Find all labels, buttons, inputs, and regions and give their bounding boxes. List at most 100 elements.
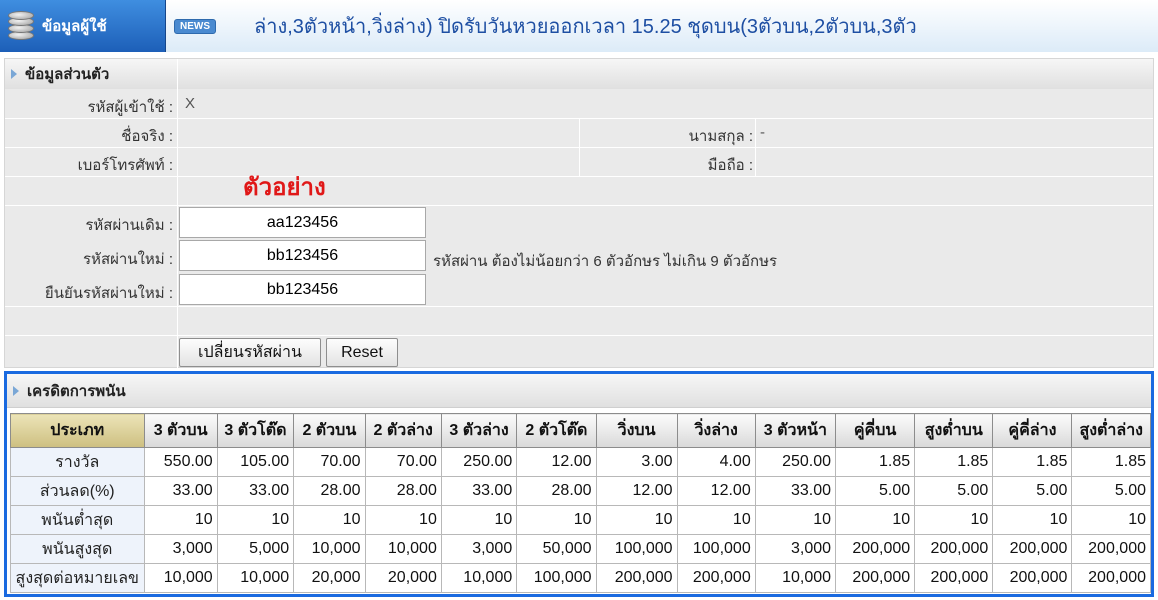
table-cell: 10 [754, 505, 837, 535]
old-password-label: รหัสผ่านเดิม : [85, 217, 173, 234]
table-cell: 200,000 [914, 534, 994, 564]
table-cell: 200,000 [992, 563, 1073, 593]
sample-annotation: ตัวอย่าง [243, 174, 326, 201]
table-cell: 33.00 [216, 476, 295, 506]
table-cell: 12.00 [595, 476, 678, 506]
column-header: 3 ตัวบน [143, 413, 218, 448]
table-cell: 10,000 [364, 534, 442, 564]
table-cell: 20,000 [364, 563, 442, 593]
new-password-label: รหัสผ่านใหม่ : [83, 251, 173, 268]
table-cell: 200,000 [595, 563, 678, 593]
column-header: วิ่งบน [595, 413, 678, 448]
column-header: 2 ตัวบน [293, 413, 366, 448]
table-cell: 28.00 [293, 476, 366, 506]
table-cell: 100,000 [595, 534, 678, 564]
table-cell: 100,000 [516, 563, 597, 593]
table-cell: 5.00 [914, 476, 994, 506]
column-header: สูงต่ำบน [914, 413, 994, 448]
change-password-button[interactable]: เปลี่ยนรหัสผ่าน [179, 338, 321, 367]
column-header: คู่คี่ล่าง [992, 413, 1073, 448]
row-label: พนันต่ำสุด [10, 505, 145, 535]
new-password-input[interactable]: bb123456 [179, 240, 426, 271]
table-row: รางวัล 550.00 105.00 70.00 70.00 250.00 12.00 3… [10, 447, 1151, 477]
column-header: 2 ตัวล่าง [364, 413, 442, 448]
reset-button[interactable]: Reset [326, 338, 398, 367]
confirm-password-label: ยืนยันรหัสผ่านใหม่ : [44, 285, 173, 302]
table-cell: 3,000 [440, 534, 518, 564]
table-cell: 1.85 [914, 447, 994, 477]
row-label: สูงสุดต่อหมายเลข [10, 563, 145, 593]
table-cell: 100,000 [676, 534, 756, 564]
table-cell: 10 [516, 505, 597, 535]
table-cell: 10 [992, 505, 1073, 535]
table-cell: 33.00 [143, 476, 218, 506]
news-badge: NEWS [174, 18, 216, 34]
personal-info-title: ข้อมูลส่วนตัว [25, 66, 110, 83]
table-cell: 33.00 [440, 476, 518, 506]
user-info-tab[interactable]: ข้อมูลผู้ใช้ [0, 0, 166, 52]
table-cell: 4.00 [676, 447, 756, 477]
table-cell: 10,000 [143, 563, 218, 593]
table-cell: 28.00 [364, 476, 442, 506]
phone-label: เบอร์โทรศัพท์ : [77, 157, 173, 174]
table-row: พนันสูงสุด 3,000 5,000 10,000 10,000 3,000 50,… [10, 534, 1151, 564]
table-cell: 3,000 [754, 534, 837, 564]
lastname-label: นามสกุล : [688, 128, 753, 145]
row-label: พนันสูงสุด [10, 534, 145, 564]
table-cell: 10 [1071, 505, 1151, 535]
table-row: พนันต่ำสุด 10 10 10 10 10 10 10 10 10 10 10 10 10 [10, 505, 1151, 535]
table-cell: 5.00 [835, 476, 916, 506]
row-label: รางวัล [10, 447, 145, 477]
table-cell: 10 [440, 505, 518, 535]
table-cell: 5.00 [992, 476, 1073, 506]
table-cell: 5.00 [1071, 476, 1151, 506]
table-cell: 200,000 [992, 534, 1073, 564]
arrow-right-icon [13, 385, 19, 396]
top-header: ข้อมูลผู้ใช้ NEWS ล่าง,3ตัวหน้า,วิ่งล่าง… [0, 0, 1158, 52]
table-cell: 10 [143, 505, 218, 535]
table-row: ส่วนลด(%) 33.00 33.00 28.00 28.00 33.00 28.00 1… [10, 476, 1151, 506]
table-cell: 10 [216, 505, 295, 535]
table-cell: 250.00 [754, 447, 837, 477]
table-cell: 20,000 [293, 563, 366, 593]
table-cell: 12.00 [676, 476, 756, 506]
table-cell: 200,000 [914, 563, 994, 593]
column-divider [755, 118, 756, 176]
mobile-label: มือถือ : [707, 157, 753, 174]
table-cell: 10,000 [440, 563, 518, 593]
table-cell: 250.00 [440, 447, 518, 477]
column-header: วิ่งล่าง [676, 413, 756, 448]
arrow-right-icon [11, 69, 17, 79]
coin-stack-icon [8, 11, 34, 41]
betting-credit-panel: เครดิตการพนัน ประเภท 3 ตัวบน 3 ตัวโต๊ด 2 ตั… [4, 371, 1154, 597]
brand-title: ข้อมูลผู้ใช้ [42, 18, 107, 35]
lastname-value: - [760, 124, 765, 141]
table-cell: 3,000 [143, 534, 218, 564]
table-cell: 70.00 [364, 447, 442, 477]
table-cell: 3.00 [595, 447, 678, 477]
table-cell: 1.85 [835, 447, 916, 477]
table-cell: 10 [676, 505, 756, 535]
table-cell: 10,000 [754, 563, 837, 593]
betting-credit-header: เครดิตการพนัน [7, 374, 1151, 408]
table-cell: 200,000 [676, 563, 756, 593]
personal-info-panel: ข้อมูลส่วนตัว รหัสผู้เข้าใช้ : X ชื่อจริ… [4, 58, 1154, 369]
table-cell: 10,000 [293, 534, 366, 564]
news-marquee: ล่าง,3ตัวหน้า,วิ่งล่าง) ปิดรับวันหวยออกเ… [254, 16, 917, 38]
table-cell: 200,000 [1071, 534, 1151, 564]
column-header: 3 ตัวหน้า [754, 413, 837, 448]
row-label: ส่วนลด(%) [10, 476, 145, 506]
column-divider [177, 59, 178, 369]
confirm-password-input[interactable]: bb123456 [179, 274, 426, 305]
column-header: 3 ตัวล่าง [440, 413, 518, 448]
table-cell: 10 [595, 505, 678, 535]
credit-table: ประเภท 3 ตัวบน 3 ตัวโต๊ด 2 ตัวบน 2 ตัวล่าง 3 … [10, 413, 1151, 593]
table-cell: 12.00 [516, 447, 597, 477]
old-password-input[interactable]: aa123456 [179, 207, 426, 238]
table-cell: 200,000 [1071, 563, 1151, 593]
table-header-row: ประเภท 3 ตัวบน 3 ตัวโต๊ด 2 ตัวบน 2 ตัวล่าง 3 … [10, 413, 1151, 448]
column-header-type: ประเภท [10, 413, 145, 448]
table-cell: 5,000 [216, 534, 295, 564]
table-cell: 33.00 [754, 476, 837, 506]
firstname-label: ชื่อจริง : [121, 128, 173, 145]
